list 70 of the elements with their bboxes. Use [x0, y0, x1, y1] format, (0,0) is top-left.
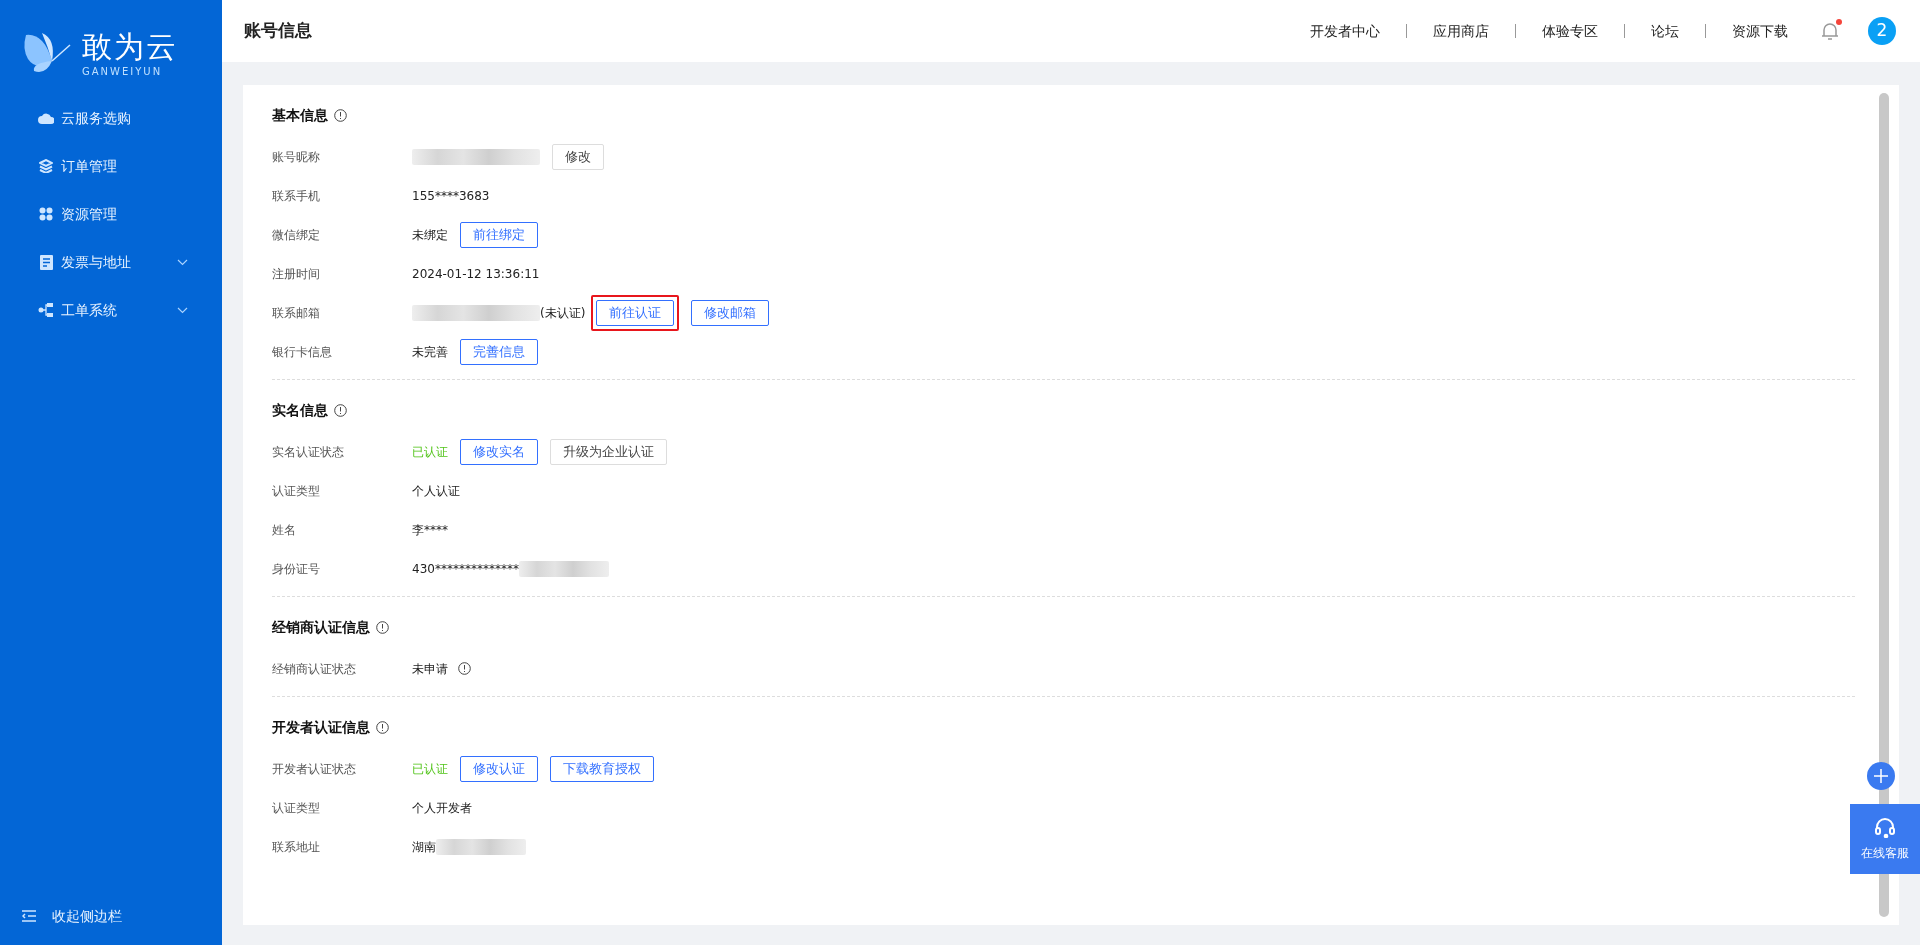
- brand-name: 敢为云: [82, 29, 178, 64]
- nav-link[interactable]: 开发者中心: [1310, 20, 1380, 42]
- status-text: 已认证: [412, 760, 448, 778]
- brand-subtitle: GANWEIYUN: [82, 64, 164, 79]
- info-icon: [376, 720, 389, 734]
- action-button[interactable]: 升级为企业认证: [550, 438, 667, 465]
- section-title: 开发者认证信息: [272, 717, 370, 737]
- collapse-sidebar-link[interactable]: 收起侧边栏: [52, 905, 122, 927]
- field-value: 2024-01-12 13:36:11: [412, 265, 540, 283]
- field-value: 李****: [412, 521, 448, 539]
- field-value: (未认证): [540, 304, 586, 322]
- info-icon: [334, 108, 347, 122]
- collapse-icon[interactable]: [22, 910, 36, 922]
- bell-icon[interactable]: [1820, 21, 1840, 41]
- action-button[interactable]: 修改邮箱: [691, 299, 770, 326]
- action-button[interactable]: 完善信息: [460, 338, 538, 365]
- info-icon: [376, 620, 389, 634]
- field-label: 注册时间: [272, 265, 321, 283]
- field-label: 姓名: [272, 521, 297, 539]
- plus-icon: [1874, 769, 1888, 783]
- field-value: 个人开发者: [412, 799, 472, 817]
- field-label: 账号昵称: [272, 148, 321, 166]
- field-label: 身份证号: [272, 560, 321, 578]
- four-leaf-icon: [39, 207, 53, 221]
- field-value: 未申请: [412, 660, 448, 678]
- nav-link[interactable]: 论坛: [1651, 20, 1679, 42]
- info-icon: [334, 403, 347, 417]
- field-value: 个人认证: [412, 482, 460, 500]
- online-support-button[interactable]: 在线客服: [1850, 804, 1920, 874]
- flow-icon: [38, 303, 54, 317]
- layers-icon: [39, 159, 53, 173]
- user-avatar[interactable]: 2: [1868, 17, 1896, 45]
- sidebar-item[interactable]: 资源管理: [0, 190, 222, 238]
- action-button[interactable]: 修改认证: [460, 755, 538, 782]
- field-label: 认证类型: [272, 799, 321, 817]
- field-value: 未绑定: [412, 226, 448, 244]
- headset-icon: [1874, 816, 1896, 838]
- field-value: 未完善: [412, 343, 448, 361]
- field-value: 430**************: [412, 560, 519, 578]
- cloud-icon: [38, 112, 54, 124]
- sidebar-item[interactable]: 工单系统: [0, 286, 222, 334]
- nav-link[interactable]: 应用商店: [1433, 20, 1489, 42]
- field-label: 实名认证状态: [272, 443, 345, 461]
- field-label: 微信绑定: [272, 226, 321, 244]
- field-label: 联系地址: [272, 838, 321, 856]
- nav-link[interactable]: 体验专区: [1542, 20, 1598, 42]
- section-title: 实名信息: [272, 400, 328, 420]
- document-icon: [39, 254, 53, 270]
- action-button[interactable]: 前往绑定: [460, 221, 538, 248]
- action-button[interactable]: 前往认证: [596, 299, 675, 326]
- field-label: 经销商认证状态: [272, 660, 357, 678]
- action-button[interactable]: 修改实名: [460, 438, 538, 465]
- field-value: 155****3683: [412, 187, 490, 205]
- status-text: 已认证: [412, 443, 448, 461]
- sidebar-item[interactable]: 订单管理: [0, 142, 222, 190]
- section-title: 基本信息: [272, 105, 328, 125]
- section-title: 经销商认证信息: [272, 617, 370, 637]
- field-label: 银行卡信息: [272, 343, 333, 361]
- page-title: 账号信息: [244, 19, 312, 43]
- field-label: 联系手机: [272, 187, 321, 205]
- field-label: 认证类型: [272, 482, 321, 500]
- action-button[interactable]: 下载教育授权: [550, 755, 654, 782]
- field-value: 湖南: [412, 838, 436, 856]
- action-button[interactable]: 修改: [552, 143, 604, 170]
- sidebar-item[interactable]: 发票与地址: [0, 238, 222, 286]
- info-icon[interactable]: [458, 662, 471, 675]
- field-label: 联系邮箱: [272, 304, 321, 322]
- sidebar-item[interactable]: 云服务选购: [0, 94, 222, 142]
- field-label: 开发者认证状态: [272, 760, 357, 778]
- nav-link[interactable]: 资源下载: [1732, 20, 1788, 42]
